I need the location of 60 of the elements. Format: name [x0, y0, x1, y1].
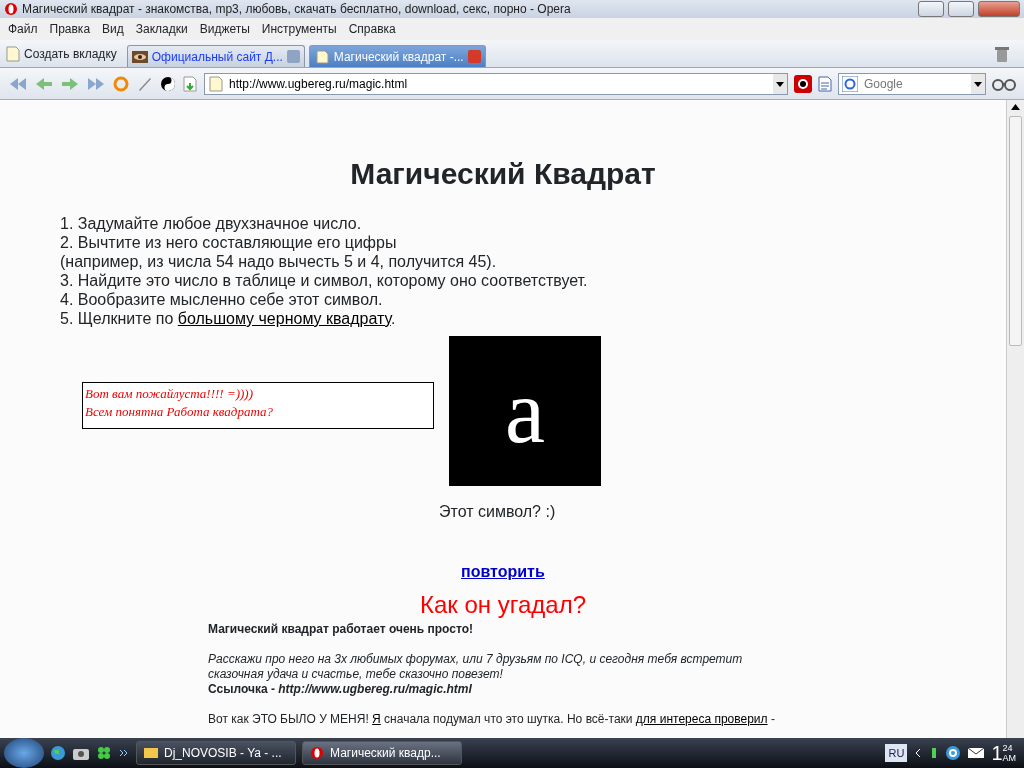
repeat-link[interactable]: повторить: [461, 560, 545, 584]
start-button[interactable]: [4, 738, 44, 768]
chevron-icon[interactable]: [118, 747, 130, 759]
clock-minutes: 24: [1002, 743, 1014, 753]
search-box[interactable]: Google: [838, 72, 986, 95]
new-tab-button[interactable]: Создать вкладку: [6, 41, 123, 67]
mail-icon[interactable]: [967, 746, 986, 760]
instruction-text: 1. Задумайте любое двухзначное число.: [60, 214, 363, 233]
section-heading: Как он угадал?: [418, 592, 587, 619]
link-text: Ссылочка - http://www.ugbereg.ru/magic.html: [208, 682, 473, 698]
clock-hour: 1: [991, 741, 1003, 766]
menu-item[interactable]: Вид: [98, 20, 132, 38]
maximize-button[interactable]: [948, 1, 974, 17]
browser-logo-icon: [309, 746, 325, 760]
page-icon: [209, 75, 223, 92]
trash-icon[interactable]: [994, 44, 1010, 63]
search-engine-icon: [842, 75, 858, 92]
instruction-text: 4. Вообразите мысленно себе этот символ.: [60, 290, 384, 309]
envelope-icon: [143, 746, 159, 760]
instruction-text: 5. Щелкните по: [60, 310, 175, 327]
browser-tab[interactable]: Официальный сайт Д...: [126, 45, 305, 67]
download-icon[interactable]: [182, 75, 198, 92]
story-text: -: [769, 712, 775, 727]
story-text: Вот как ЭТО БЫЛО У МЕНЯ!: [208, 712, 370, 727]
clock-period: AM: [1002, 753, 1016, 763]
instruction-text: (например, из числа 54 надо вычесть 5 и 4, получится 45).: [60, 252, 498, 271]
instruction-text: 2. Вычтите из него составляющие его цифры: [60, 233, 398, 252]
record-icon[interactable]: [794, 74, 812, 93]
minimize-button[interactable]: [918, 1, 944, 17]
instruction-text: 3. Найдите это число в таблице и символ, которому оно соответствует.: [60, 271, 589, 290]
menu-item[interactable]: Виджеты: [195, 20, 258, 38]
yin-yang-icon[interactable]: [160, 75, 176, 92]
globe-icon[interactable]: [50, 745, 66, 761]
taskbar-button[interactable]: Dj_NOVOSIB - Ya - ...: [136, 741, 296, 765]
language-indicator[interactable]: RU: [885, 743, 908, 763]
page-icon: [313, 49, 330, 64]
eye-icon: [131, 49, 148, 64]
browser-logo-icon: [4, 2, 18, 16]
window-title: Магический квадрат - знакомства, mp3, любовь, скачать бесплатно, download, секс, порно - Opera: [22, 1, 572, 18]
document-icon[interactable]: [818, 75, 832, 92]
share-text: Расскажи про него на 3х любимых форумах, или 7 друзьям по ICQ, и сегодня тебя встретит сказочная удача и счастье, тебе сказочно повезет!: [208, 652, 744, 683]
glasses-icon[interactable]: [992, 76, 1016, 91]
menu-item[interactable]: Инструменты: [257, 20, 345, 38]
story-link[interactable]: Я: [372, 712, 381, 727]
comment-box: Вот вам пожайлуста!!!! =)))) Всем понятна Работа квадрата?: [82, 382, 434, 429]
taskbar-button[interactable]: Магический квадр...: [302, 741, 462, 765]
story-link[interactable]: для интереса проверил: [635, 712, 768, 727]
menu-item[interactable]: Правка: [45, 20, 99, 38]
question-text: Этот символ? :): [439, 502, 557, 522]
menu-item[interactable]: Файл: [4, 20, 46, 38]
menu-item[interactable]: Справка: [344, 20, 404, 38]
intro-text: Магический квадрат работает очень просто!: [208, 622, 474, 638]
square-link[interactable]: большому черному квадрату: [177, 310, 391, 327]
page-icon: [6, 46, 20, 62]
symbol-square[interactable]: a: [449, 336, 601, 486]
story-text: сначала подумал что это шутка. Но всё-таки: [383, 712, 634, 727]
page-title: Магический Квадрат: [349, 156, 657, 192]
scrollbar-thumb[interactable]: [1009, 116, 1022, 346]
menu-item[interactable]: Закладки: [131, 20, 196, 38]
clover-icon[interactable]: [96, 745, 112, 761]
